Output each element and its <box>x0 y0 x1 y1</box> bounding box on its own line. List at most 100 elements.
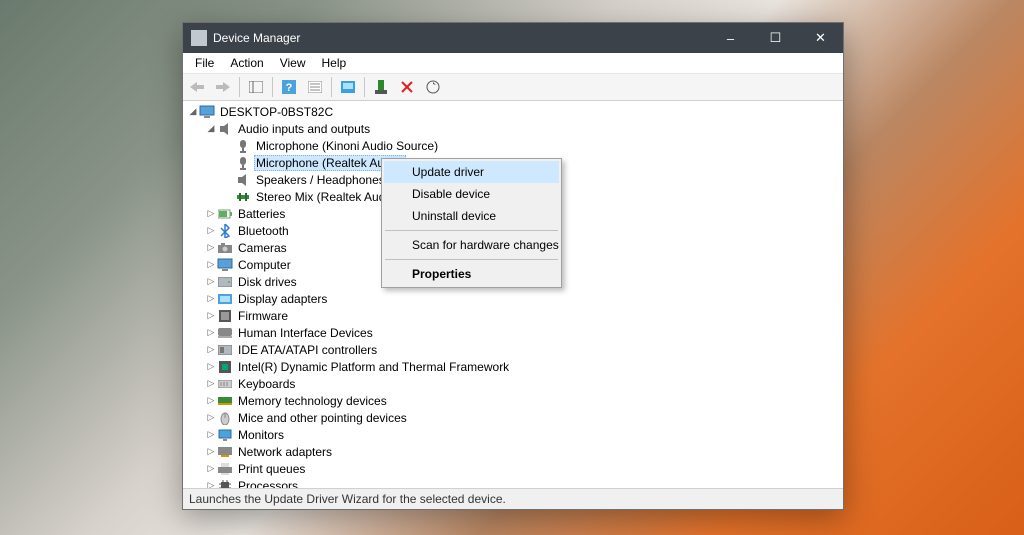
device-label: Memory technology devices <box>236 394 389 408</box>
device-icon <box>217 410 233 426</box>
show-hide-tree-button[interactable] <box>244 75 268 99</box>
ctx-disable-device[interactable]: Disable device <box>384 183 559 205</box>
expand-toggle[interactable]: ▷ <box>205 276 217 287</box>
device-label: Stereo Mix (Realtek Audio) <box>254 190 401 204</box>
expand-toggle[interactable]: ▷ <box>205 225 217 236</box>
status-bar: Launches the Update Driver Wizard for th… <box>183 488 843 509</box>
device-icon <box>217 376 233 392</box>
expand-toggle[interactable]: ◢ <box>187 106 199 117</box>
toolbar: ? <box>183 74 843 101</box>
expand-toggle[interactable]: ▷ <box>205 463 217 474</box>
enable-device-button[interactable] <box>369 75 393 99</box>
device-label: Cameras <box>236 241 289 255</box>
expand-toggle[interactable]: ▷ <box>205 412 217 423</box>
app-icon <box>191 30 207 46</box>
uninstall-device-button[interactable] <box>395 75 419 99</box>
category-item[interactable]: ▷ Display adapters <box>183 290 843 307</box>
expand-toggle[interactable]: ▷ <box>205 446 217 457</box>
menu-help[interactable]: Help <box>314 54 355 72</box>
device-icon <box>217 427 233 443</box>
device-icon <box>235 189 251 205</box>
device-label: Monitors <box>236 428 286 442</box>
category-item[interactable]: ▷Mice and other pointing devices <box>183 409 843 426</box>
device-label: IDE ATA/ATAPI controllers <box>236 343 379 357</box>
expand-toggle[interactable]: ▷ <box>205 242 217 253</box>
device-label: Display adapters <box>236 292 329 306</box>
svg-text:?: ? <box>286 82 293 94</box>
device-icon <box>217 121 233 137</box>
menu-file[interactable]: File <box>187 54 222 72</box>
device-label: Human Interface Devices <box>236 326 375 340</box>
device-icon <box>217 291 233 307</box>
device-label: Bluetooth <box>236 224 291 238</box>
toolbar-separator <box>364 77 365 97</box>
device-icon <box>217 206 233 222</box>
help-button[interactable]: ? <box>277 75 301 99</box>
expand-toggle[interactable]: ▷ <box>205 378 217 389</box>
device-icon <box>217 342 233 358</box>
category-item[interactable]: ▷ Network adapters <box>183 443 843 460</box>
expand-toggle[interactable]: ▷ <box>205 344 217 355</box>
expand-toggle[interactable]: ▷ <box>205 327 217 338</box>
category-audio[interactable]: ◢ Audio inputs and outputs <box>183 120 843 137</box>
minimize-button[interactable]: – <box>708 23 753 53</box>
device-icon <box>235 155 251 171</box>
expand-toggle[interactable]: ▷ <box>205 480 217 488</box>
expand-toggle[interactable]: ◢ <box>205 123 217 134</box>
content-area: ◢DESKTOP-0BST82C◢Audio inputs and output… <box>183 101 843 488</box>
ctx-separator <box>385 259 558 260</box>
device-icon <box>235 172 251 188</box>
update-driver-button[interactable] <box>336 75 360 99</box>
expand-toggle[interactable]: ▷ <box>205 395 217 406</box>
titlebar[interactable]: Device Manager – ☐ ✕ <box>183 23 843 53</box>
category-item[interactable]: ▷ Human Interface Devices <box>183 324 843 341</box>
close-button[interactable]: ✕ <box>798 23 843 53</box>
context-menu: Update driverDisable deviceUninstall dev… <box>381 158 562 288</box>
device-label: Microphone (Kinoni Audio Source) <box>254 139 440 153</box>
category-item[interactable]: ▷ Firmware <box>183 307 843 324</box>
category-item[interactable]: ▷Processors <box>183 477 843 488</box>
properties-button[interactable] <box>303 75 327 99</box>
device-icon <box>217 478 233 489</box>
window-title: Device Manager <box>213 31 300 45</box>
expand-toggle[interactable]: ▷ <box>205 310 217 321</box>
expand-toggle[interactable]: ▷ <box>205 208 217 219</box>
device-icon <box>199 104 215 120</box>
device-icon <box>217 257 233 273</box>
device-label: Firmware <box>236 309 290 323</box>
ctx-update-driver[interactable]: Update driver <box>384 161 559 183</box>
ctx-properties[interactable]: Properties <box>384 263 559 285</box>
expand-toggle[interactable]: ▷ <box>205 361 217 372</box>
category-item[interactable]: ▷ Intel(R) Dynamic Platform and Thermal F… <box>183 358 843 375</box>
menu-action[interactable]: Action <box>222 54 271 72</box>
device-icon <box>235 138 251 154</box>
audio-device[interactable]: Microphone (Kinoni Audio Source) <box>183 137 843 154</box>
back-button[interactable] <box>185 75 209 99</box>
device-label: Disk drives <box>236 275 299 289</box>
category-item[interactable]: ▷ Keyboards <box>183 375 843 392</box>
category-item[interactable]: ▷ Memory technology devices <box>183 392 843 409</box>
ctx-uninstall-device[interactable]: Uninstall device <box>384 205 559 227</box>
category-item[interactable]: ▷ IDE ATA/ATAPI controllers <box>183 341 843 358</box>
device-label: Keyboards <box>236 377 297 391</box>
expand-toggle[interactable]: ▷ <box>205 259 217 270</box>
scan-hardware-button[interactable] <box>421 75 445 99</box>
device-manager-window: Device Manager – ☐ ✕ File Action View He… <box>182 22 844 510</box>
menu-view[interactable]: View <box>272 54 314 72</box>
device-label: Network adapters <box>236 445 334 459</box>
device-label: Intel(R) Dynamic Platform and Thermal Fr… <box>236 360 511 374</box>
category-item[interactable]: ▷Print queues <box>183 460 843 477</box>
category-item[interactable]: ▷ Monitors <box>183 426 843 443</box>
ctx-separator <box>385 230 558 231</box>
forward-button[interactable] <box>211 75 235 99</box>
ctx-scan-for-hardware-changes[interactable]: Scan for hardware changes <box>384 234 559 256</box>
device-label: Audio inputs and outputs <box>236 122 372 136</box>
expand-toggle[interactable]: ▷ <box>205 429 217 440</box>
toolbar-separator <box>331 77 332 97</box>
device-icon <box>217 223 233 239</box>
maximize-button[interactable]: ☐ <box>753 23 798 53</box>
expand-toggle[interactable]: ▷ <box>205 293 217 304</box>
tree-root[interactable]: ◢DESKTOP-0BST82C <box>183 103 843 120</box>
device-icon <box>217 325 233 341</box>
device-icon <box>217 308 233 324</box>
